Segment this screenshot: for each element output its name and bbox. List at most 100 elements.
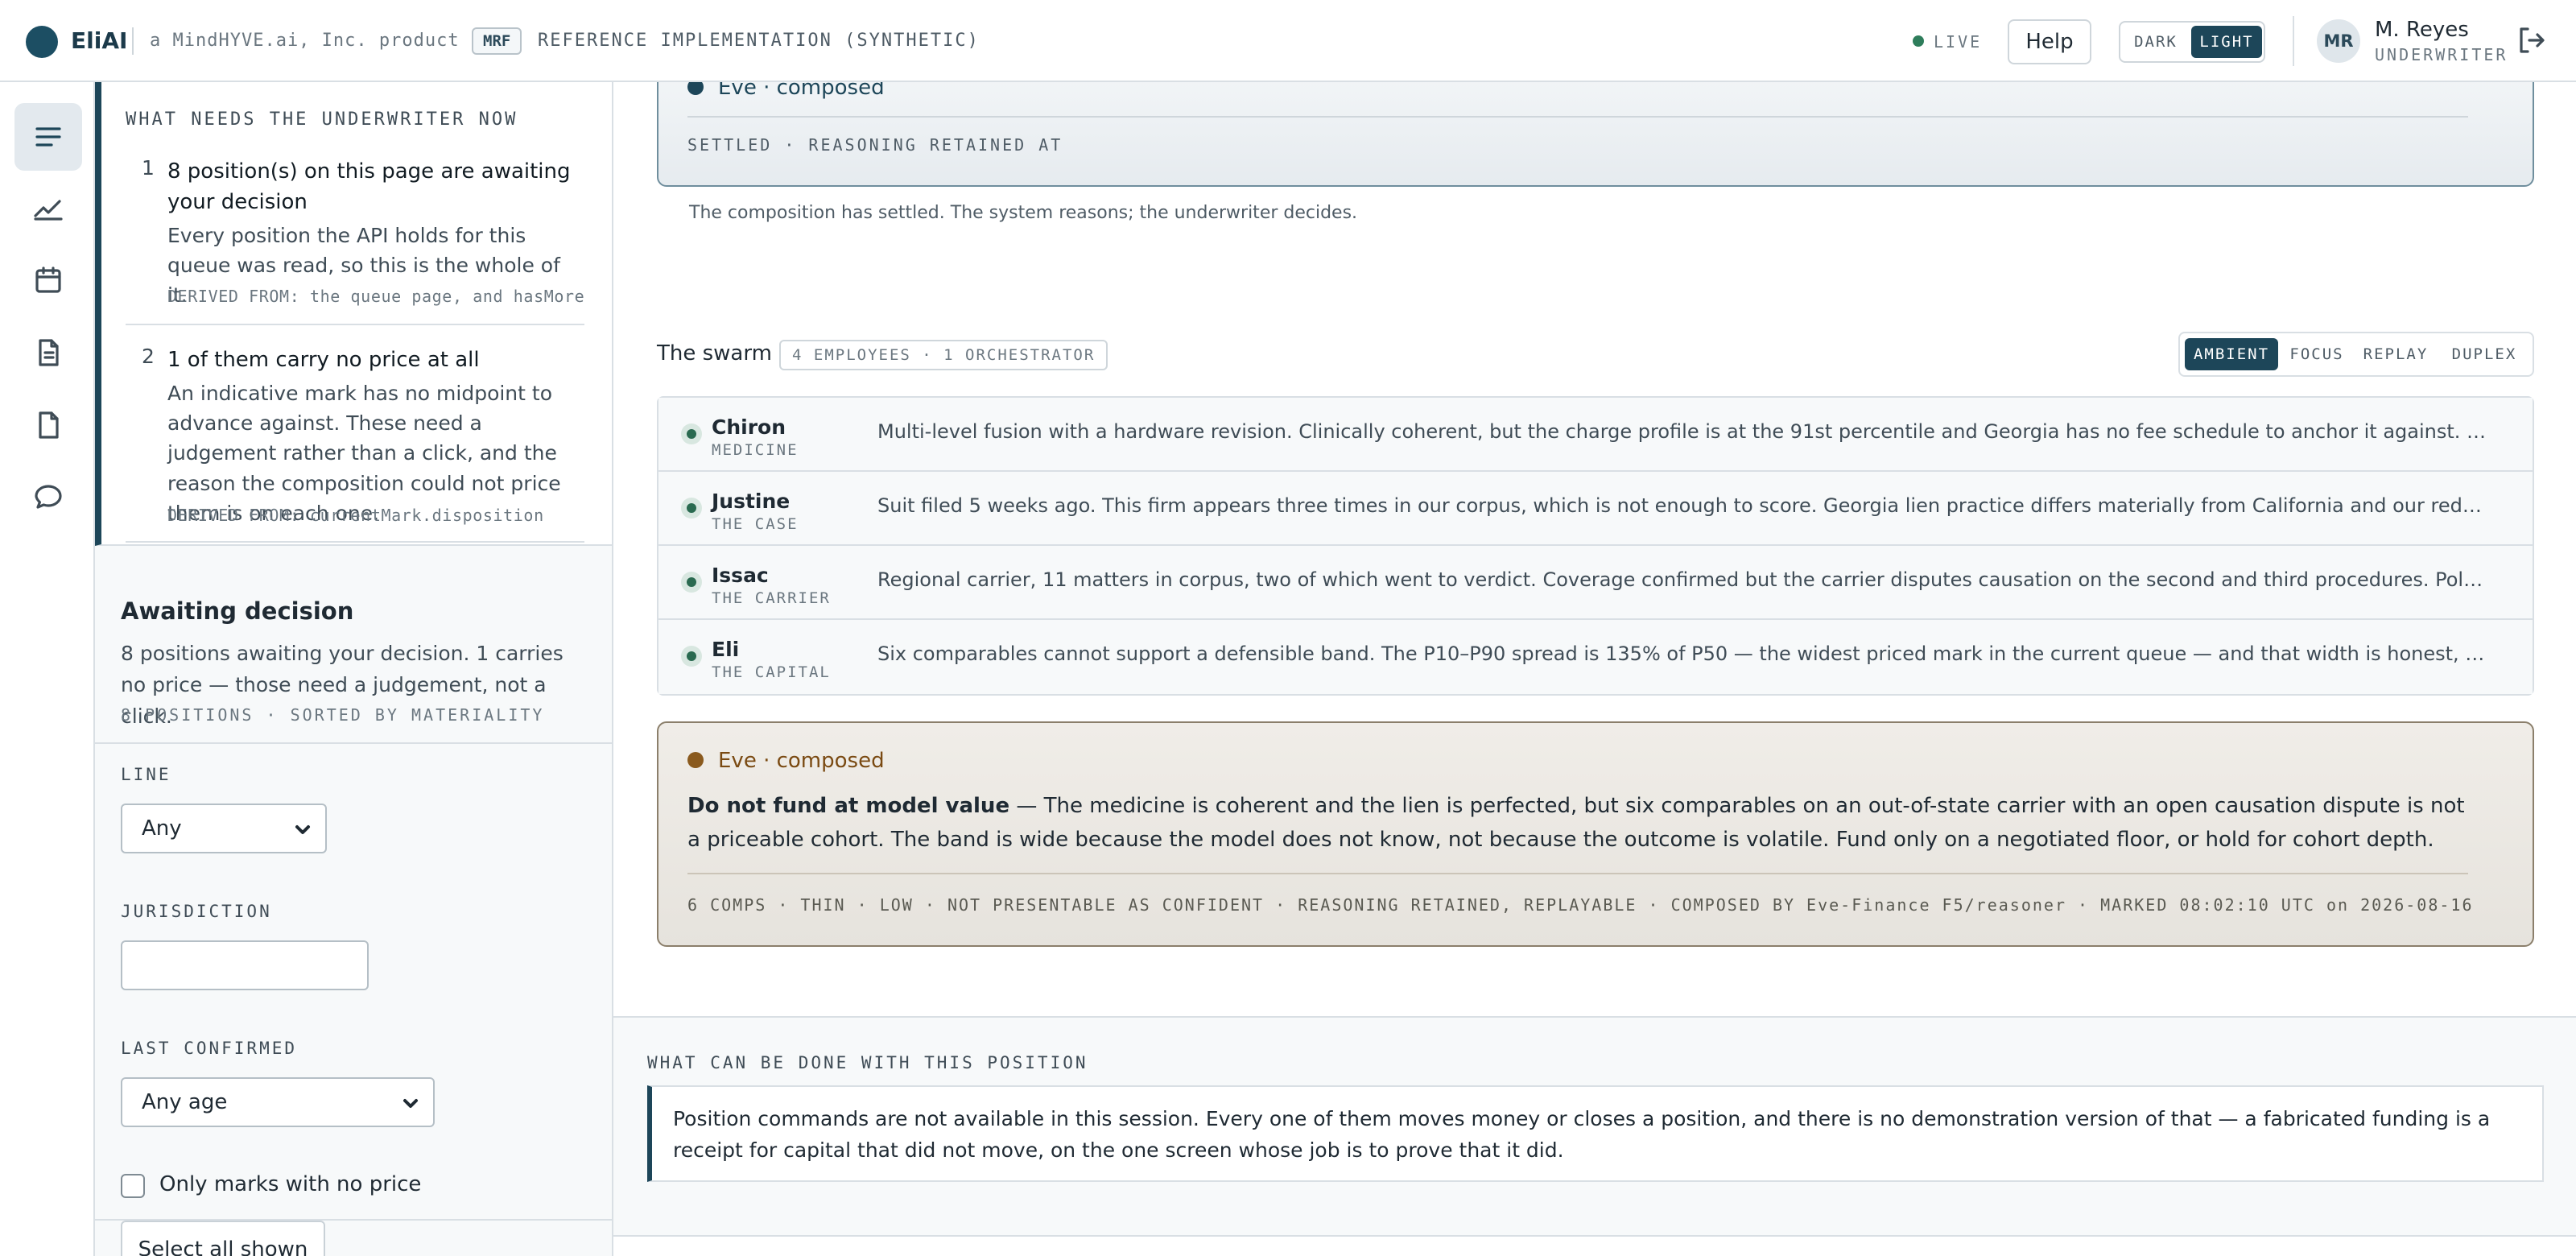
need-derived-from: DERIVED FROM: the queue page, and hasMor… [167,287,585,306]
verdict-label: Eve · composed [718,749,885,773]
theme-light-option[interactable]: LIGHT [2191,26,2262,58]
eve-composed-label: Eve · composed [718,82,885,100]
agent-role: THE CAPITAL [712,663,831,681]
agent-status-icon [681,498,702,519]
actions-notice: Position commands are not available in t… [647,1085,2544,1182]
eve-status-icon [687,82,704,95]
main-content: Eve · composed SETTLED · REASONING RETAI… [613,82,2576,1256]
tab-ambient[interactable]: AMBIENT [2185,338,2278,370]
need-number: 2 [142,345,155,368]
agent-name: Eli [712,638,740,661]
swarm-mode-tabs: AMBIENT FOCUS REPLAY DUPLEX [2178,332,2534,377]
chevron-down-icon [403,1099,418,1108]
card-divider [687,873,2468,874]
swarm-agent-list: Chiron MEDICINE Multi-level fusion with … [657,396,2534,696]
need-divider [126,541,584,543]
nav-messages[interactable] [14,464,82,531]
logout-icon[interactable] [2515,24,2547,56]
agent-status-icon [681,572,702,593]
nav-reports[interactable] [14,319,82,386]
agent-row[interactable]: Chiron MEDICINE Multi-level fusion with … [658,398,2533,472]
tab-duplex[interactable]: DUPLEX [2441,338,2528,370]
jurisdiction-filter-label: JURISDICTION [121,902,272,921]
position-actions-section: WHAT CAN BE DONE WITH THIS POSITION Posi… [613,1016,2576,1237]
agent-name: Chiron [712,415,786,439]
actions-notice-text: Position commands are not available in t… [673,1107,2491,1162]
environment-label: REFERENCE IMPLEMENTATION (SYNTHETIC) [538,31,980,51]
header-divider [132,27,134,55]
verdict-meta: 6 COMPS · THIN · LOW · NOT PRESENTABLE A… [687,895,2474,915]
verdict-body: Do not fund at model value — The medicin… [687,789,2475,857]
trend-chart-icon [34,200,63,221]
nav-documents[interactable] [14,391,82,459]
app-root: EliAI a MindHYVE.ai, Inc. product MRF RE… [0,0,2576,1256]
no-price-checkbox-label[interactable]: Only marks with no price [159,1172,421,1196]
need-number: 1 [142,156,155,180]
line-filter-value: Any [142,816,182,841]
need-derived-from: DERIVED FROM: currentMark.disposition [167,506,544,525]
swarm-title: The swarm [657,341,772,366]
last-confirmed-value: Any age [142,1090,228,1114]
need-title: 8 position(s) on this page are awaiting … [167,159,571,214]
live-status-label: LIVE [1934,32,1983,52]
agent-row[interactable]: Issac THE CARRIER Regional carrier, 11 m… [658,546,2533,620]
eve-composed-meta: SETTLED · REASONING RETAINED AT [687,135,1063,155]
need-divider [126,324,584,325]
agent-summary: Six comparables cannot support a defensi… [877,642,2487,665]
nav-queue[interactable] [14,103,82,171]
help-button[interactable]: Help [2008,19,2091,64]
nav-analytics[interactable] [14,174,82,242]
needs-title: WHAT NEEDS THE UNDERWRITER NOW [126,109,518,130]
tab-replay[interactable]: REPLAY [2357,338,2434,370]
eve-composed-card: Eve · composed SETTLED · REASONING RETAI… [657,82,2534,187]
agent-role: MEDICINE [712,441,799,459]
user-name: M. Reyes [2375,18,2469,42]
queue-meta: 8 POSITIONS · SORTED BY MATERIALITY [121,705,545,725]
agent-row[interactable]: Eli THE CAPITAL Six comparables cannot s… [658,620,2533,694]
jurisdiction-input[interactable] [121,940,369,990]
theme-toggle: DARK LIGHT [2119,21,2265,63]
document-icon [39,411,59,439]
need-title: 1 of them carry no price at all [167,348,480,372]
nav-rail [0,82,95,1256]
agent-row[interactable]: Justine THE CASE Suit filed 5 weeks ago.… [658,472,2533,546]
brand-name: EliAI [71,27,128,54]
underwriter-needs-card: WHAT NEEDS THE UNDERWRITER NOW 1 8 posit… [95,82,612,546]
header-divider [2293,16,2294,66]
tab-focus[interactable]: FOCUS [2283,338,2351,370]
agent-role: THE CASE [712,515,799,533]
nav-calendar[interactable] [14,246,82,314]
line-filter-select[interactable]: Any [121,804,327,853]
agent-summary: Suit filed 5 weeks ago. This firm appear… [877,494,2487,517]
theme-dark-option[interactable]: DARK [2124,26,2188,58]
agent-status-icon [681,423,702,444]
list-icon [35,127,61,147]
verdict-status-icon [687,752,704,768]
last-confirmed-select[interactable]: Any age [121,1077,435,1127]
agent-role: THE CARRIER [712,589,831,607]
eve-verdict-card: Eve · composed Do not fund at model valu… [657,721,2534,947]
agent-summary: Regional carrier, 11 matters in corpus, … [877,568,2487,591]
live-status-icon [1913,35,1924,47]
queue-panel: WHAT NEEDS THE UNDERWRITER NOW 1 8 posit… [95,82,613,1256]
mrf-badge: MRF [472,27,522,55]
queue-title: Awaiting decision [121,597,354,625]
user-role: UNDERWRITER [2375,45,2508,64]
company-label: a MindHYVE.ai, Inc. product [150,31,460,51]
agent-status-icon [681,646,702,667]
avatar[interactable]: MR [2317,19,2360,63]
chevron-down-icon [295,825,310,834]
select-all-button[interactable]: Select all shown [121,1221,325,1256]
card-divider [687,116,2468,118]
swarm-count-badge: 4 EMPLOYEES · 1 ORCHESTRATOR [779,340,1108,370]
last-confirmed-filter-label: LAST CONFIRMED [121,1039,298,1058]
agent-name: Issac [712,564,769,587]
logo-icon [26,26,58,58]
agent-name: Justine [712,490,791,513]
no-price-checkbox[interactable] [121,1174,145,1198]
line-filter-label: LINE [121,765,171,784]
actions-title: WHAT CAN BE DONE WITH THIS POSITION [647,1053,1088,1072]
document-text-icon [39,339,59,366]
agent-summary: Multi-level fusion with a hardware revis… [877,420,2487,443]
verdict-headline: Do not fund at model value [687,794,1010,818]
